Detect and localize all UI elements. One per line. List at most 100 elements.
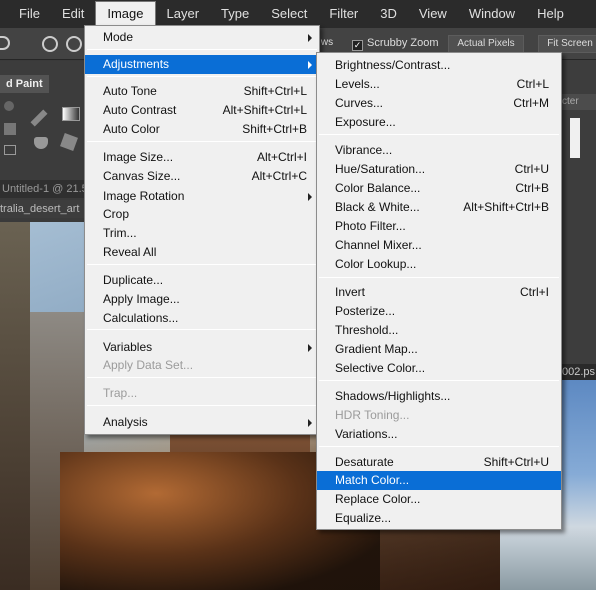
menu-item-color-balance[interactable]: Color Balance... Ctrl+B bbox=[317, 179, 561, 198]
menu-item-shadows-highlights[interactable]: Shadows/Highlights... bbox=[317, 387, 561, 406]
menu-type[interactable]: Type bbox=[210, 0, 260, 28]
menu-item-brightness-contrast[interactable]: Brightness/Contrast... bbox=[317, 56, 561, 75]
menu-item-selective-color[interactable]: Selective Color... bbox=[317, 359, 561, 378]
menu-item-label: Posterize... bbox=[335, 304, 396, 318]
menu-item-apply-image[interactable]: Apply Image... bbox=[85, 290, 319, 309]
menu-item-analysis[interactable]: Analysis bbox=[85, 413, 319, 432]
menu-item-auto-tone[interactable]: Auto Tone Shift+Ctrl+L bbox=[85, 82, 319, 101]
menu-window[interactable]: Window bbox=[458, 0, 526, 28]
zoom-in-icon[interactable] bbox=[42, 36, 58, 52]
menu-item-apply-data-set: Apply Data Set... bbox=[85, 356, 319, 375]
menu-separator bbox=[319, 446, 559, 447]
menu-item-gradient-map[interactable]: Gradient Map... bbox=[317, 340, 561, 359]
menu-item-shortcut: Alt+Ctrl+I bbox=[256, 150, 307, 164]
menu-item-label: Auto Contrast bbox=[103, 103, 177, 117]
panel-swatch[interactable] bbox=[570, 118, 580, 158]
actual-pixels-button[interactable]: Actual Pixels bbox=[448, 35, 524, 53]
fit-screen-button[interactable]: Fit Screen bbox=[538, 35, 596, 53]
menu-item-label: HDR Toning... bbox=[335, 408, 410, 422]
menu-item-posterize[interactable]: Posterize... bbox=[317, 302, 561, 321]
scrubby-zoom-checkbox[interactable]: ✓ Scrubby Zoom bbox=[352, 37, 439, 51]
menu-item-canvas-size[interactable]: Canvas Size... Alt+Ctrl+C bbox=[85, 167, 319, 186]
menu-item-photo-filter[interactable]: Photo Filter... bbox=[317, 217, 561, 236]
brush-icon[interactable] bbox=[30, 109, 48, 127]
menu-item-label: Image Size... bbox=[103, 150, 174, 164]
menu-layer[interactable]: Layer bbox=[156, 0, 211, 28]
menu-item-label: Color Balance... bbox=[335, 181, 421, 195]
menu-item-hue-saturation[interactable]: Hue/Saturation... Ctrl+U bbox=[317, 160, 561, 179]
menu-item-trim[interactable]: Trim... bbox=[85, 224, 319, 243]
menu-item-invert[interactable]: Invert Ctrl+I bbox=[317, 283, 561, 302]
menu-item-match-color[interactable]: Match Color... bbox=[317, 471, 561, 490]
menu-item-label: Hue/Saturation... bbox=[335, 162, 426, 176]
menu-item-calculations[interactable]: Calculations... bbox=[85, 309, 319, 328]
menu-item-auto-contrast[interactable]: Auto Contrast Alt+Shift+Ctrl+L bbox=[85, 101, 319, 120]
menu-item-levels[interactable]: Levels... Ctrl+L bbox=[317, 75, 561, 94]
menu-item-label: Duplicate... bbox=[103, 273, 164, 287]
menu-item-vibrance[interactable]: Vibrance... bbox=[317, 141, 561, 160]
menu-image[interactable]: Image bbox=[95, 1, 156, 27]
menu-item-crop[interactable]: Crop bbox=[85, 205, 319, 224]
menu-separator bbox=[87, 405, 317, 406]
checkmark-icon: ✓ bbox=[352, 40, 363, 51]
menu-item-label: Equalize... bbox=[335, 511, 392, 525]
brush-tool-icon[interactable] bbox=[34, 137, 48, 149]
menu-item-desaturate[interactable]: Desaturate Shift+Ctrl+U bbox=[317, 453, 561, 472]
menu-item-duplicate[interactable]: Duplicate... bbox=[85, 271, 319, 290]
menu-item-label: Black & White... bbox=[335, 200, 420, 214]
menu-item-equalize[interactable]: Equalize... bbox=[317, 509, 561, 528]
document-tab[interactable]: Untitled-1 @ 21.5 bbox=[0, 180, 90, 198]
document-tab-3[interactable]: 002.ps bbox=[556, 364, 596, 380]
menu-item-label: Vibrance... bbox=[335, 143, 393, 157]
layer-icon[interactable] bbox=[4, 123, 16, 135]
menu-separator bbox=[87, 49, 317, 50]
menu-view[interactable]: View bbox=[408, 0, 458, 28]
menu-item-label: Apply Image... bbox=[103, 292, 180, 306]
menu-select[interactable]: Select bbox=[260, 0, 318, 28]
menu-item-shortcut: Shift+Ctrl+U bbox=[483, 455, 549, 469]
menu-item-mode[interactable]: Mode bbox=[85, 28, 319, 47]
menu-item-label: Trap... bbox=[103, 386, 138, 400]
adjustments-submenu: Brightness/Contrast... Levels... Ctrl+L Cur… bbox=[316, 52, 562, 530]
menu-item-label: Channel Mixer... bbox=[335, 238, 422, 252]
menu-item-color-lookup[interactable]: Color Lookup... bbox=[317, 255, 561, 274]
menu-edit[interactable]: Edit bbox=[51, 0, 95, 28]
menu-filter[interactable]: Filter bbox=[318, 0, 369, 28]
menu-item-shortcut: Ctrl+I bbox=[519, 285, 549, 299]
zoom-tool-icon[interactable] bbox=[0, 36, 10, 50]
menu-item-auto-color[interactable]: Auto Color Shift+Ctrl+B bbox=[85, 120, 319, 139]
menu-item-reveal-all[interactable]: Reveal All bbox=[85, 243, 319, 262]
panel-tab[interactable]: d Paint bbox=[0, 75, 49, 93]
menu-3d[interactable]: 3D bbox=[369, 0, 408, 28]
grid-icon[interactable] bbox=[4, 145, 16, 155]
paint-bucket-icon[interactable] bbox=[60, 133, 78, 151]
menu-item-image-size[interactable]: Image Size... Alt+Ctrl+I bbox=[85, 148, 319, 167]
menu-item-label: Gradient Map... bbox=[335, 342, 418, 356]
menu-item-replace-color[interactable]: Replace Color... bbox=[317, 490, 561, 509]
menu-item-black-white[interactable]: Black & White... Alt+Shift+Ctrl+B bbox=[317, 198, 561, 217]
zoom-out-icon[interactable] bbox=[66, 36, 82, 52]
image-menu: Mode Adjustments Auto Tone Shift+Ctrl+L Auto… bbox=[84, 25, 320, 435]
menu-separator bbox=[87, 264, 317, 265]
menu-item-image-rotation[interactable]: Image Rotation bbox=[85, 187, 319, 206]
menu-item-variables[interactable]: Variables bbox=[85, 338, 319, 357]
menu-item-variations[interactable]: Variations... bbox=[317, 425, 561, 444]
menu-item-channel-mixer[interactable]: Channel Mixer... bbox=[317, 236, 561, 255]
menu-item-adjustments[interactable]: Adjustments bbox=[85, 55, 319, 74]
menu-separator bbox=[319, 380, 559, 381]
character-panel-tab[interactable]: cter bbox=[560, 94, 596, 110]
menu-help[interactable]: Help bbox=[526, 0, 575, 28]
menu-item-label: Analysis bbox=[103, 415, 148, 429]
document-tab-2[interactable]: tralia_desert_art bbox=[0, 200, 90, 218]
menu-item-threshold[interactable]: Threshold... bbox=[317, 321, 561, 340]
menu-item-shortcut: Alt+Ctrl+C bbox=[251, 169, 307, 183]
menu-item-shortcut: Ctrl+B bbox=[515, 181, 549, 195]
menu-item-shortcut: Ctrl+M bbox=[513, 96, 549, 110]
menu-item-exposure[interactable]: Exposure... bbox=[317, 113, 561, 132]
menu-file[interactable]: File bbox=[8, 0, 51, 28]
gradient-icon[interactable] bbox=[62, 107, 80, 121]
menu-separator bbox=[87, 141, 317, 142]
menu-item-label: Reveal All bbox=[103, 245, 157, 259]
menu-item-curves[interactable]: Curves... Ctrl+M bbox=[317, 94, 561, 113]
tool-preset-icon[interactable] bbox=[4, 101, 14, 111]
